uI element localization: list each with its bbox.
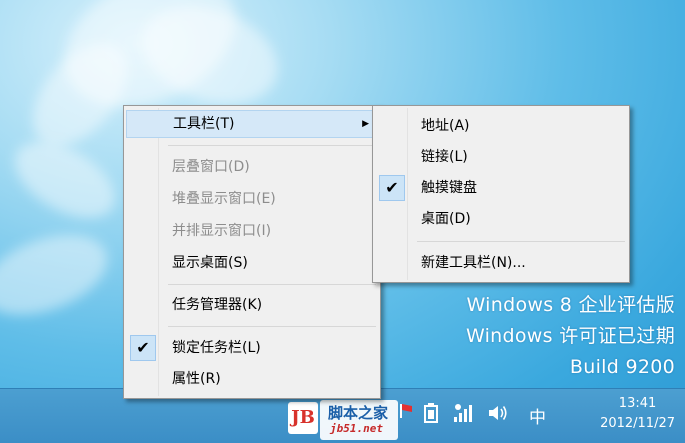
menu-item-label: 工具栏(T) [173, 116, 235, 132]
battery-icon[interactable] [424, 403, 438, 427]
menu-item-properties[interactable]: 属性(R) [126, 365, 378, 393]
submenu-item-address[interactable]: 地址(A) [375, 112, 627, 140]
menu-item-toolbars[interactable]: 工具栏(T) ▶ [126, 110, 378, 138]
flag-icon[interactable] [398, 402, 414, 424]
clock-date: 2012/11/27 [600, 416, 675, 431]
menu-item-label: 新建工具栏(N)... [421, 255, 526, 271]
wallpaper-flower [128, 0, 292, 122]
watermark-edition: Windows 8 企业评估版 [466, 294, 675, 316]
submenu-item-new-toolbar[interactable]: 新建工具栏(N)... [375, 249, 627, 277]
menu-separator [417, 241, 625, 242]
checkmark-icon: ✔ [379, 175, 405, 201]
menu-item-label: 触摸键盘 [421, 180, 477, 196]
menu-item-show-desktop[interactable]: 显示桌面(S) [126, 249, 378, 277]
menu-item-lock-taskbar[interactable]: ✔ 锁定任务栏(L) [126, 334, 378, 362]
menu-item-label: 任务管理器(K) [172, 297, 263, 313]
logo-title: 脚本之家 [328, 404, 389, 422]
submenu-item-touch-keyboard[interactable]: ✔ 触摸键盘 [375, 174, 627, 202]
menu-separator [168, 326, 376, 327]
taskbar-context-menu: 工具栏(T) ▶ 层叠窗口(D) 堆叠显示窗口(E) 并排显示窗口(I) 显示桌… [123, 105, 381, 399]
watermark-license: Windows 许可证已过期 [465, 325, 675, 347]
menu-item-label: 属性(R) [172, 371, 221, 387]
menu-item-label: 桌面(D) [421, 211, 471, 227]
menu-separator [168, 145, 376, 146]
toolbars-submenu: 地址(A) 链接(L) ✔ 触摸键盘 桌面(D) 新建工具栏(N)... [372, 105, 630, 283]
menu-item-label: 堆叠显示窗口(E) [172, 191, 276, 207]
menu-item-label: 链接(L) [421, 149, 468, 165]
clock[interactable]: 13:41 2012/11/27 [600, 394, 675, 434]
clock-time: 13:41 [618, 396, 657, 411]
menu-item-cascade-windows[interactable]: 层叠窗口(D) [126, 153, 378, 181]
volume-icon[interactable] [487, 403, 509, 427]
network-icon[interactable] [452, 403, 474, 427]
menu-item-side-by-side[interactable]: 并排显示窗口(I) [126, 217, 378, 245]
submenu-item-links[interactable]: 链接(L) [375, 143, 627, 171]
menu-item-label: 显示桌面(S) [172, 255, 248, 271]
site-logo: JB 脚本之家 jb51.net [288, 400, 400, 440]
menu-item-label: 地址(A) [421, 118, 470, 134]
submenu-arrow-icon: ▶ [362, 119, 369, 129]
menu-separator [168, 284, 376, 285]
wallpaper-flower [0, 219, 119, 331]
menu-item-stack-windows[interactable]: 堆叠显示窗口(E) [126, 185, 378, 213]
ime-indicator[interactable]: 中 [529, 403, 546, 428]
menu-item-task-manager[interactable]: 任务管理器(K) [126, 291, 378, 319]
submenu-item-desktop[interactable]: 桌面(D) [375, 205, 627, 233]
logo-mark: JB [288, 402, 318, 434]
checkmark-icon: ✔ [130, 335, 156, 361]
logo-url: jb51.net [330, 422, 383, 435]
menu-item-label: 并排显示窗口(I) [172, 223, 272, 239]
menu-item-label: 层叠窗口(D) [172, 159, 250, 175]
watermark-build: Build 9200 [569, 356, 675, 378]
menu-item-label: 锁定任务栏(L) [172, 340, 261, 356]
